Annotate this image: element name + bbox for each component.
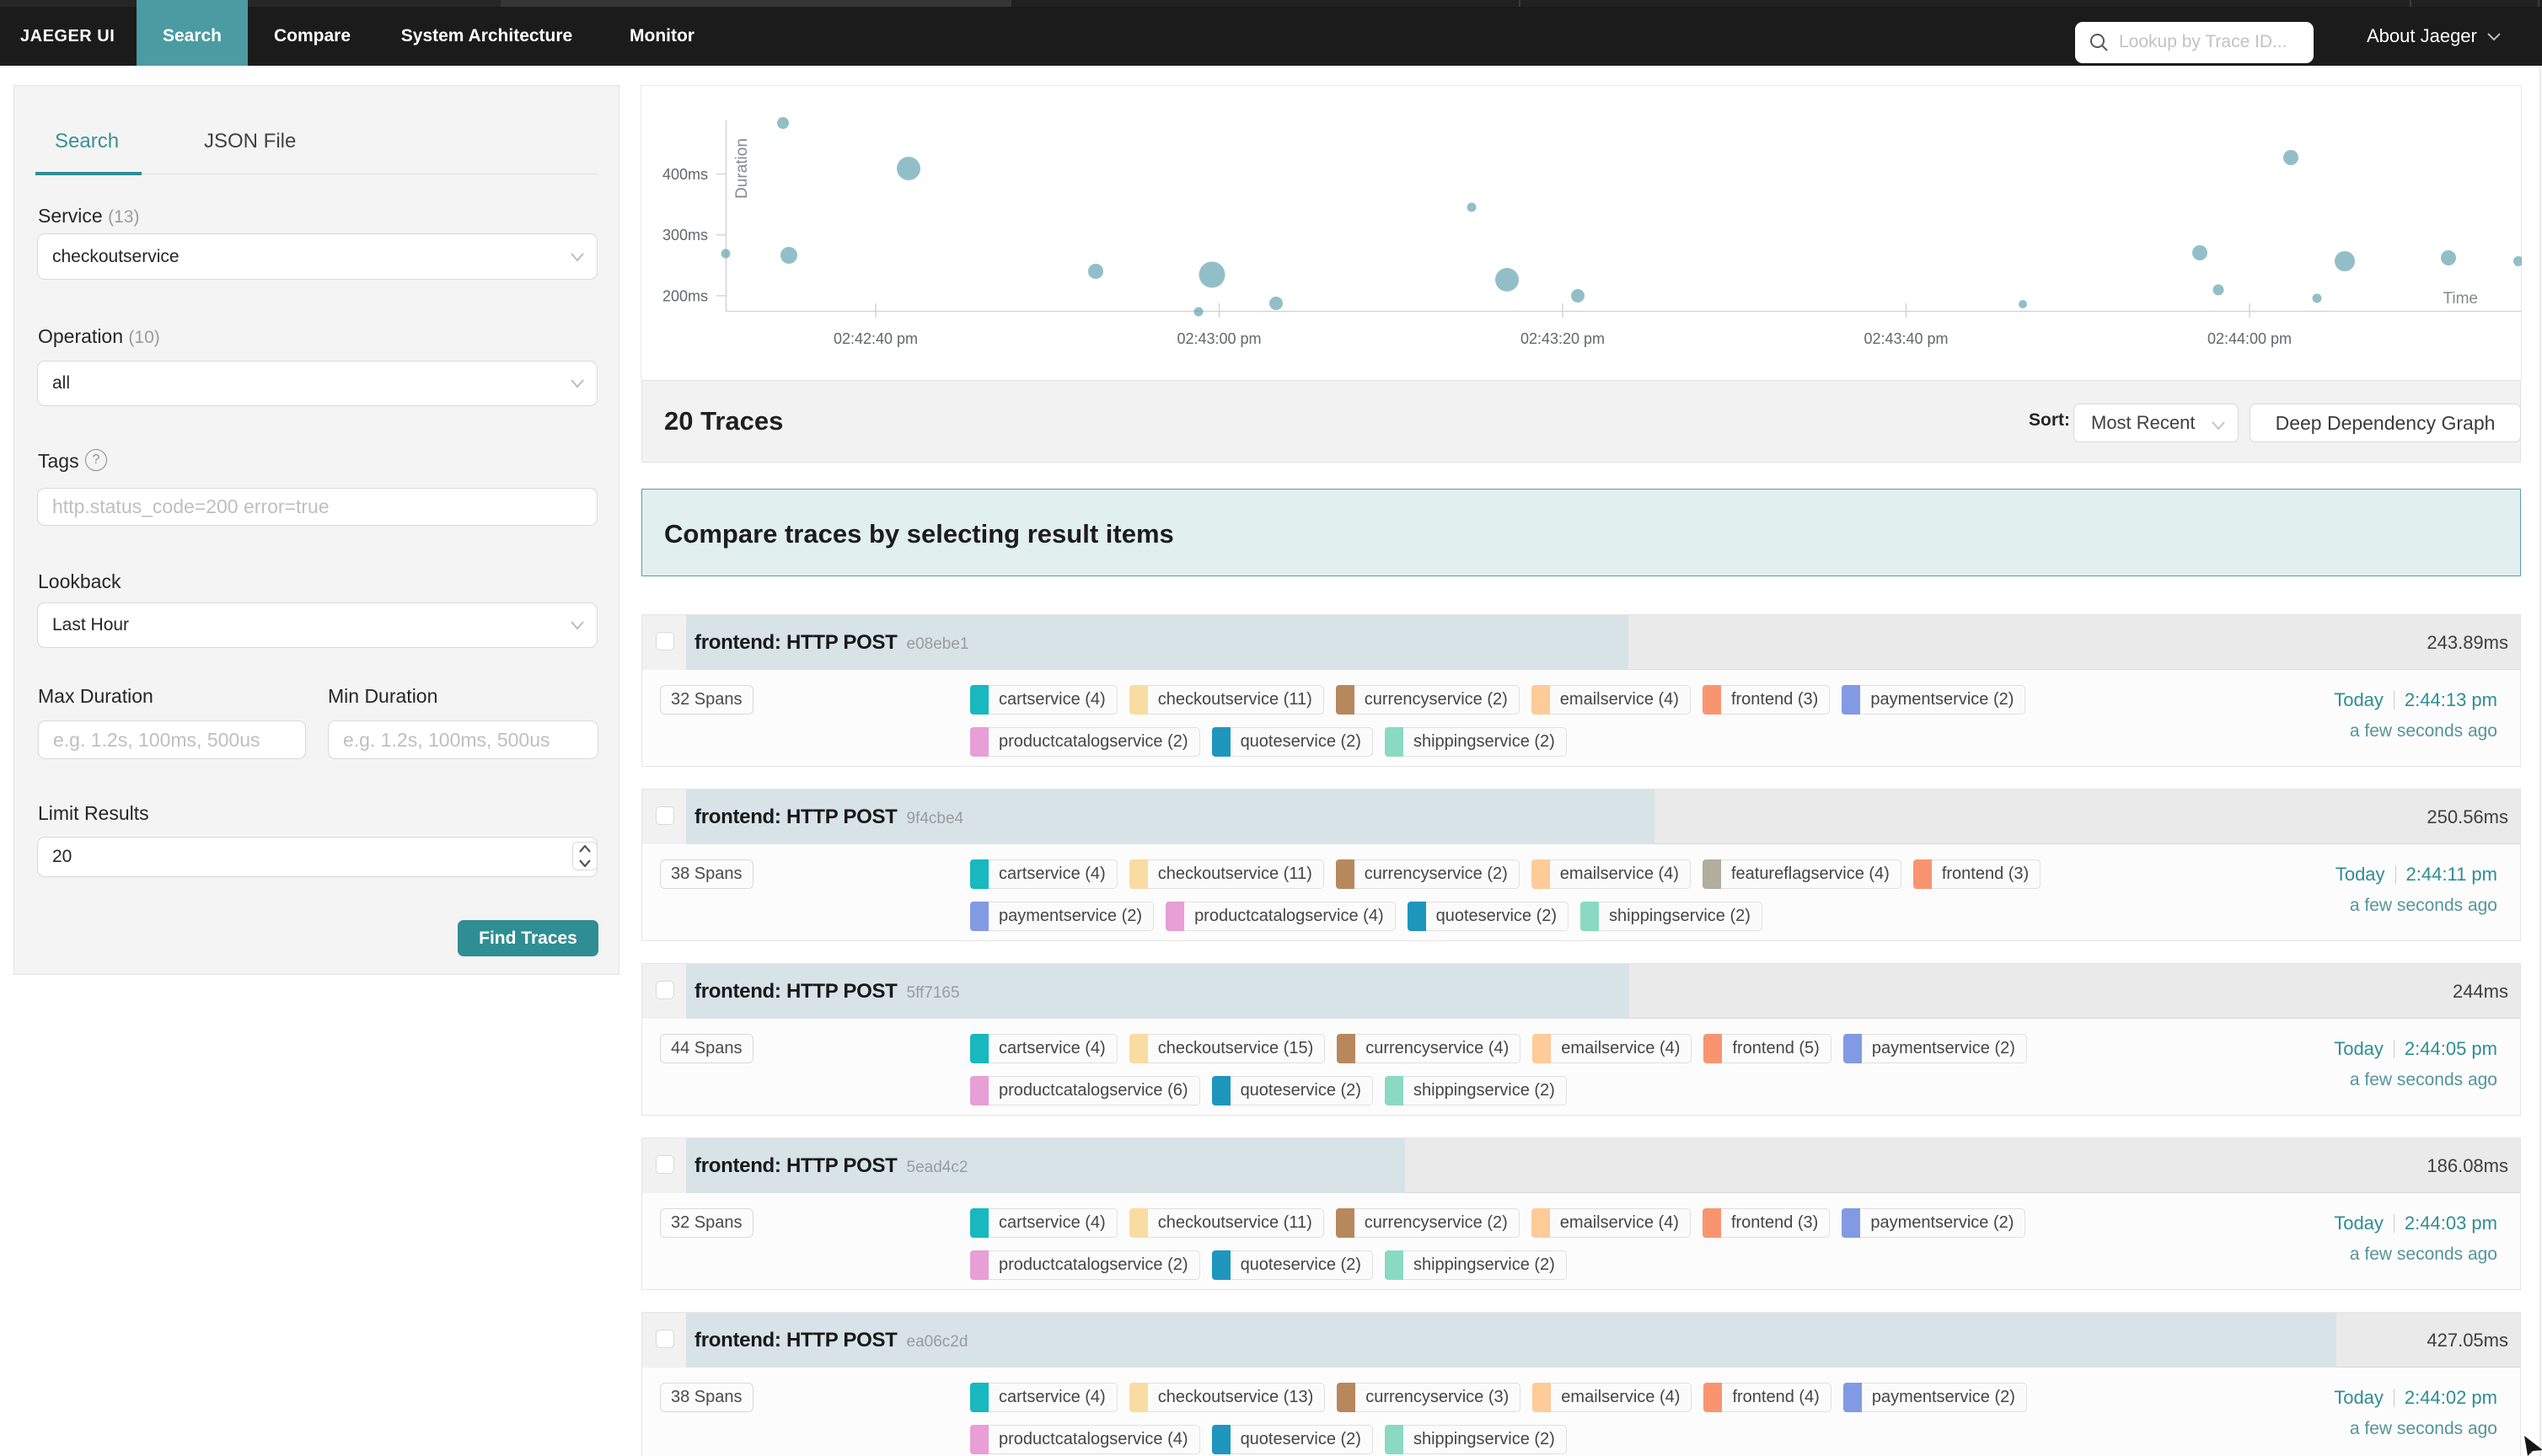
svg-text:02:42:40 pm: 02:42:40 pm	[834, 330, 918, 347]
svg-text:02:43:40 pm: 02:43:40 pm	[1864, 330, 1948, 347]
svg-text:02:43:00 pm: 02:43:00 pm	[1177, 330, 1261, 347]
svg-text:Duration: Duration	[733, 138, 751, 199]
svg-text:300ms: 300ms	[662, 227, 708, 244]
svg-text:200ms: 200ms	[662, 288, 708, 305]
svg-text:Time: Time	[2443, 290, 2478, 308]
svg-text:02:44:00 pm: 02:44:00 pm	[2207, 330, 2292, 347]
svg-text:400ms: 400ms	[662, 166, 708, 183]
svg-text:02:43:20 pm: 02:43:20 pm	[1520, 330, 1605, 347]
